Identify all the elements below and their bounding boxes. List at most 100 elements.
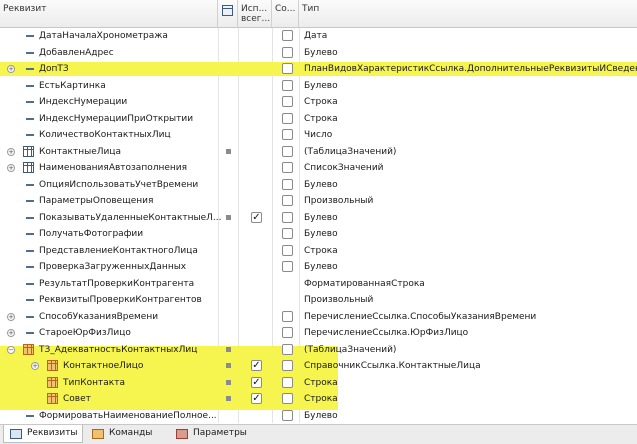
expand-icon[interactable]: + bbox=[7, 329, 15, 337]
tab-parameters[interactable]: Параметры bbox=[170, 425, 260, 443]
save-data-checkbox[interactable] bbox=[282, 393, 293, 404]
table-row[interactable]: ПроверкаЗагруженныхДанных Булево bbox=[0, 259, 637, 275]
attribute-icon bbox=[26, 101, 34, 103]
use-always-checkbox[interactable]: ✓ bbox=[251, 212, 262, 223]
table-column-icon bbox=[23, 344, 34, 355]
table-row[interactable]: + ДопТЗ ПланВидовХарактеристикСсылка.Допол… bbox=[0, 61, 637, 77]
table-row[interactable]: + НаименованияАвтозаполнения СписокЗначени… bbox=[0, 160, 637, 176]
column-header-save[interactable]: Со... bbox=[272, 0, 299, 27]
table-row[interactable]: + КонтактныеЛица (ТаблицаЗначений) bbox=[0, 144, 637, 160]
attribute-type: Строка bbox=[304, 246, 338, 256]
save-data-checkbox[interactable] bbox=[282, 179, 293, 190]
attribute-type: Произвольный bbox=[304, 295, 374, 305]
attribute-type: Булево bbox=[304, 180, 338, 190]
column-header: Реквизит Исп... всег... Со... Тип bbox=[0, 0, 637, 28]
attribute-icon bbox=[26, 283, 34, 285]
attribute-icon bbox=[26, 250, 34, 252]
table-row[interactable]: Совет ✓ Строка bbox=[0, 391, 637, 407]
table-row[interactable]: ТипКонтакта ✓ Строка bbox=[0, 375, 637, 391]
table-row[interactable]: − ТЗ_АдекватностьКонтактныхЛиц (ТаблицаЗна… bbox=[0, 342, 637, 358]
usage-marker-icon bbox=[226, 363, 231, 368]
attribute-icon bbox=[26, 184, 34, 186]
table-row[interactable]: ПолучатьФотографии Булево bbox=[0, 226, 637, 242]
table-row[interactable]: + СпособУказанияВремени ПеречислениеСсылка… bbox=[0, 309, 637, 325]
save-data-checkbox[interactable] bbox=[282, 129, 293, 140]
expand-icon[interactable]: + bbox=[31, 362, 39, 370]
attribute-type: ПеречислениеСсылка.ЮрФизЛицо bbox=[304, 328, 469, 338]
expand-icon[interactable]: + bbox=[7, 148, 15, 156]
save-data-checkbox[interactable] bbox=[282, 162, 293, 173]
expand-icon[interactable]: + bbox=[7, 164, 15, 172]
table-row[interactable]: ПредставлениеКонтактногоЛица Строка bbox=[0, 243, 637, 259]
attribute-type: Булево bbox=[304, 229, 338, 239]
attribute-icon bbox=[26, 217, 34, 219]
attribute-type: Число bbox=[304, 130, 333, 140]
tab-commands[interactable]: Команды bbox=[86, 425, 166, 443]
attribute-type: ФорматированнаяСтрока bbox=[304, 279, 425, 289]
table-row[interactable]: ДобавленАдрес Булево bbox=[0, 45, 637, 61]
save-data-checkbox[interactable] bbox=[282, 261, 293, 272]
save-data-checkbox[interactable] bbox=[282, 228, 293, 239]
save-data-checkbox[interactable] bbox=[282, 311, 293, 322]
attribute-name: РеквизитыПроверкиКонтрагентов bbox=[39, 295, 202, 305]
table-row[interactable]: + СтароеЮрФизЛицо ПеречислениеСсылка.ЮрФиз… bbox=[0, 325, 637, 341]
attribute-icon bbox=[26, 415, 34, 417]
column-header-name[interactable]: Реквизит bbox=[0, 0, 218, 27]
use-always-checkbox[interactable]: ✓ bbox=[251, 393, 262, 404]
save-data-checkbox[interactable] bbox=[282, 377, 293, 388]
save-data-checkbox[interactable] bbox=[282, 63, 293, 74]
attribute-type: (ТаблицаЗначений) bbox=[304, 147, 397, 157]
column-header-type-label: Тип bbox=[302, 4, 320, 14]
table-row[interactable]: ЕстьКартинка Булево bbox=[0, 78, 637, 94]
attribute-name: ИндексНумерации bbox=[39, 97, 128, 107]
save-data-checkbox[interactable] bbox=[282, 80, 293, 91]
table-column-icon bbox=[47, 393, 58, 404]
save-data-checkbox[interactable] bbox=[282, 212, 293, 223]
expand-icon[interactable]: + bbox=[7, 313, 15, 321]
save-data-checkbox[interactable] bbox=[282, 195, 293, 206]
table-row[interactable]: РеквизитыПроверкиКонтрагентов Произвольны… bbox=[0, 292, 637, 308]
attribute-name: ПредставлениеКонтактногоЛица bbox=[39, 246, 198, 256]
attribute-icon bbox=[26, 266, 34, 268]
expand-icon[interactable]: + bbox=[7, 65, 15, 73]
use-always-checkbox[interactable]: ✓ bbox=[251, 360, 262, 371]
use-always-checkbox[interactable]: ✓ bbox=[251, 377, 262, 388]
column-header-icon[interactable] bbox=[218, 0, 238, 27]
save-data-checkbox[interactable] bbox=[282, 327, 293, 338]
parameters-tab-icon bbox=[176, 429, 188, 439]
save-data-checkbox[interactable] bbox=[282, 47, 293, 58]
save-data-checkbox[interactable] bbox=[282, 146, 293, 157]
column-header-type[interactable]: Тип bbox=[299, 0, 637, 27]
attribute-name: Совет bbox=[63, 394, 91, 404]
table-row[interactable]: КоличествоКонтактныхЛиц Число bbox=[0, 127, 637, 143]
attribute-icon bbox=[26, 233, 34, 235]
save-data-checkbox[interactable] bbox=[282, 245, 293, 256]
save-data-checkbox[interactable] bbox=[282, 30, 293, 41]
save-data-checkbox[interactable] bbox=[282, 344, 293, 355]
table-column-icon bbox=[47, 360, 58, 371]
table-row[interactable]: + КонтактноеЛицо ✓ СправочникСсылка.Контакт… bbox=[0, 358, 637, 374]
table-row[interactable]: ИндексНумерации Строка bbox=[0, 94, 637, 110]
save-data-checkbox[interactable] bbox=[282, 96, 293, 107]
attribute-icon bbox=[26, 200, 34, 202]
attribute-icon bbox=[26, 299, 34, 301]
table-row[interactable]: ПараметрыОповещения Произвольный bbox=[0, 193, 637, 209]
table-row[interactable]: ОпцияИспользоватьУчетВремени Булево bbox=[0, 177, 637, 193]
table-row[interactable]: ДатаНачалаХронометража Дата bbox=[0, 28, 637, 44]
tab-attributes-label: Реквизиты bbox=[27, 428, 78, 438]
table-row[interactable]: ФормироватьНаименованиеПолное... Булево bbox=[0, 408, 637, 423]
attribute-name: ДатаНачалаХронометража bbox=[39, 31, 168, 41]
save-data-checkbox[interactable] bbox=[282, 360, 293, 371]
table-row[interactable]: ПоказыватьУдаленныеКонтактныеЛ... ✓ Булево bbox=[0, 210, 637, 226]
save-data-checkbox[interactable] bbox=[282, 410, 293, 421]
attributes-tree-grid[interactable]: ДатаНачалаХронометража Дата ДобавленАдрес Б… bbox=[0, 28, 637, 423]
collapse-icon[interactable]: − bbox=[7, 346, 15, 354]
table-row[interactable]: РезультатПроверкиКонтрагента Форматирован… bbox=[0, 276, 637, 292]
table-row[interactable]: ИндексНумерацииПриОткрытии Строка bbox=[0, 111, 637, 127]
column-header-use-always[interactable]: Исп... всег... bbox=[238, 0, 272, 27]
save-data-checkbox[interactable] bbox=[282, 113, 293, 124]
attribute-type: СписокЗначений bbox=[304, 163, 384, 173]
attribute-type: Дата bbox=[304, 31, 328, 41]
tab-attributes[interactable]: Реквизиты bbox=[3, 425, 83, 443]
attribute-type: Строка bbox=[304, 378, 338, 388]
